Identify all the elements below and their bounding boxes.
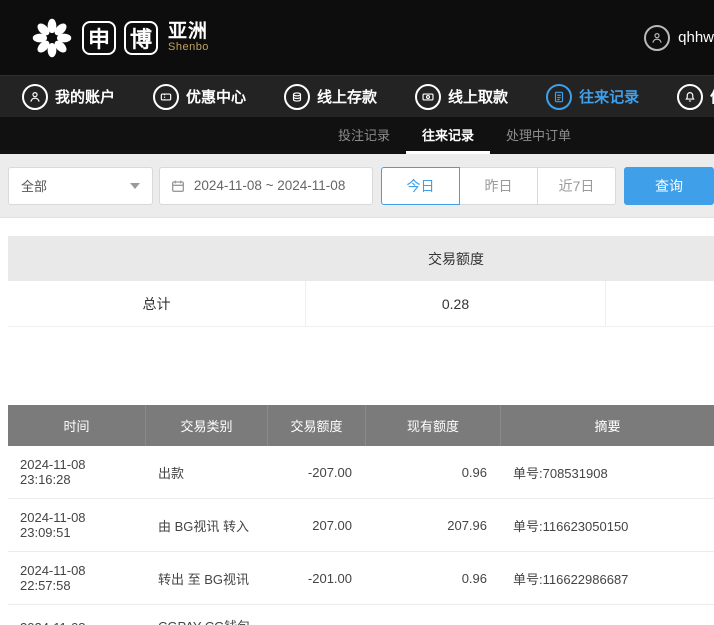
flower-logo-icon xyxy=(30,16,74,60)
cell-amount: -201.00 xyxy=(268,552,366,604)
tab-betting-records[interactable]: 投注记录 xyxy=(322,117,406,154)
cell-balance: 0.96 xyxy=(366,552,501,604)
yesterday-button[interactable]: 昨日 xyxy=(459,167,538,205)
nav-item-messages[interactable]: 信 xyxy=(677,84,714,110)
cell-time: 2024-11-08 22:57:58 xyxy=(8,552,146,604)
summary-header-amount: 交易额度 xyxy=(306,249,606,269)
quick-date-buttons: 今日 昨日 近7日 xyxy=(381,167,616,205)
cell-type: 由 BG视讯 转入 xyxy=(146,499,268,551)
cell-summary: 单号:116622986687 xyxy=(501,552,714,604)
cell-type: CGPAY-CG钱包支付笔笔送优惠 xyxy=(146,605,268,625)
filter-bar: 全部 2024-11-08 ~ 2024-11-08 今日 昨日 近7日 查询 xyxy=(0,154,714,218)
logo-region-cn: 亚洲 xyxy=(168,22,209,42)
nav-item-deposit[interactable]: 线上存款 xyxy=(284,84,377,110)
coins-deposit-icon xyxy=(284,84,310,110)
nav-item-promotions[interactable]: 优惠中心 xyxy=(153,84,246,110)
nav-item-withdraw[interactable]: 线上取款 xyxy=(415,84,508,110)
transaction-table: 时间 交易类别 交易额度 现有额度 摘要 2024-11-08 23:16:28… xyxy=(8,405,714,625)
coupon-icon xyxy=(153,84,179,110)
summary-total-row: 总计 0.28 xyxy=(8,281,714,327)
search-button[interactable]: 查询 xyxy=(624,167,714,205)
type-select[interactable]: 全部 xyxy=(8,167,153,205)
nav-item-my-account[interactable]: 我的账户 xyxy=(22,84,115,110)
user-avatar-icon xyxy=(644,25,670,51)
col-type: 交易类别 xyxy=(146,405,268,446)
top-header: 申 博 亚洲 Shenbo qhhw xyxy=(0,0,714,75)
summary-total-label: 总计 xyxy=(8,281,306,326)
date-range-input[interactable]: 2024-11-08 ~ 2024-11-08 xyxy=(159,167,373,205)
cell-amount: 207.00 xyxy=(268,499,366,551)
user-account[interactable]: qhhw xyxy=(644,25,714,51)
cell-balance: 207.96 xyxy=(366,499,501,551)
type-select-value: 全部 xyxy=(21,176,47,195)
cell-type: 出款 xyxy=(146,446,268,498)
tab-pending-orders[interactable]: 处理中订单 xyxy=(490,117,587,154)
cell-summary: 单号:116623050150 xyxy=(501,499,714,551)
cell-time: 2024-11-08 23:09:51 xyxy=(8,499,146,551)
col-amount: 交易额度 xyxy=(268,405,366,446)
username-label: qhhw xyxy=(678,29,714,46)
tab-transaction-records[interactable]: 往来记录 xyxy=(406,117,490,154)
col-balance: 现有额度 xyxy=(366,405,501,446)
date-range-value: 2024-11-08 ~ 2024-11-08 xyxy=(194,178,346,193)
cell-time: 2024-11-08 22:57:44 xyxy=(8,605,146,625)
col-time: 时间 xyxy=(8,405,146,446)
calendar-icon xyxy=(170,178,186,194)
table-row: 2024-11-08 22:57:44 CGPAY-CG钱包支付笔笔送优惠 1.… xyxy=(8,605,714,625)
logo-region: 亚洲 Shenbo xyxy=(168,22,209,53)
cell-balance: 201.96 xyxy=(366,605,501,625)
summary-total-value: 0.28 xyxy=(306,281,606,326)
site-logo[interactable]: 申 博 亚洲 Shenbo xyxy=(30,16,209,60)
main-nav: 我的账户 优惠中心 线上存款 线上取款 xyxy=(0,75,714,117)
cell-amount: 1.00 xyxy=(268,605,366,625)
banknote-icon xyxy=(415,84,441,110)
cell-summary: 单号:708531908 xyxy=(501,446,714,498)
logo-char-bo: 博 xyxy=(124,21,158,55)
nav-label: 线上取款 xyxy=(448,86,508,107)
cell-balance: 0.96 xyxy=(366,446,501,498)
today-button[interactable]: 今日 xyxy=(381,167,460,205)
nav-item-transaction-records[interactable]: 往来记录 xyxy=(546,84,639,110)
summary-empty-cell xyxy=(606,281,714,326)
col-summary: 摘要 xyxy=(501,405,714,446)
records-icon xyxy=(546,84,572,110)
table-row: 2024-11-08 23:16:28 出款 -207.00 0.96 单号:7… xyxy=(8,446,714,499)
user-icon xyxy=(22,84,48,110)
table-header-row: 时间 交易类别 交易额度 现有额度 摘要 xyxy=(8,405,714,446)
table-row: 2024-11-08 22:57:58 转出 至 BG视讯 -201.00 0.… xyxy=(8,552,714,605)
summary-table: 交易额度 总计 0.28 xyxy=(8,236,714,327)
nav-label: 往来记录 xyxy=(579,86,639,107)
nav-label: 我的账户 xyxy=(55,86,115,107)
logo-char-shen: 申 xyxy=(82,21,116,55)
chevron-down-icon xyxy=(130,183,140,189)
cell-type: 转出 至 BG视讯 xyxy=(146,552,268,604)
cell-time: 2024-11-08 23:16:28 xyxy=(8,446,146,498)
last7days-button[interactable]: 近7日 xyxy=(537,167,616,205)
nav-label: 线上存款 xyxy=(317,86,377,107)
bell-icon xyxy=(677,84,703,110)
table-row: 2024-11-08 23:09:51 由 BG视讯 转入 207.00 207… xyxy=(8,499,714,552)
summary-header-row: 交易额度 xyxy=(8,236,714,281)
nav-label: 信 xyxy=(710,86,714,107)
cell-summary: 单号:202411093776573871 xyxy=(501,605,714,625)
nav-label: 优惠中心 xyxy=(186,86,246,107)
sub-nav: 投注记录 往来记录 处理中订单 xyxy=(0,117,714,154)
cell-amount: -207.00 xyxy=(268,446,366,498)
logo-region-en: Shenbo xyxy=(168,42,209,54)
